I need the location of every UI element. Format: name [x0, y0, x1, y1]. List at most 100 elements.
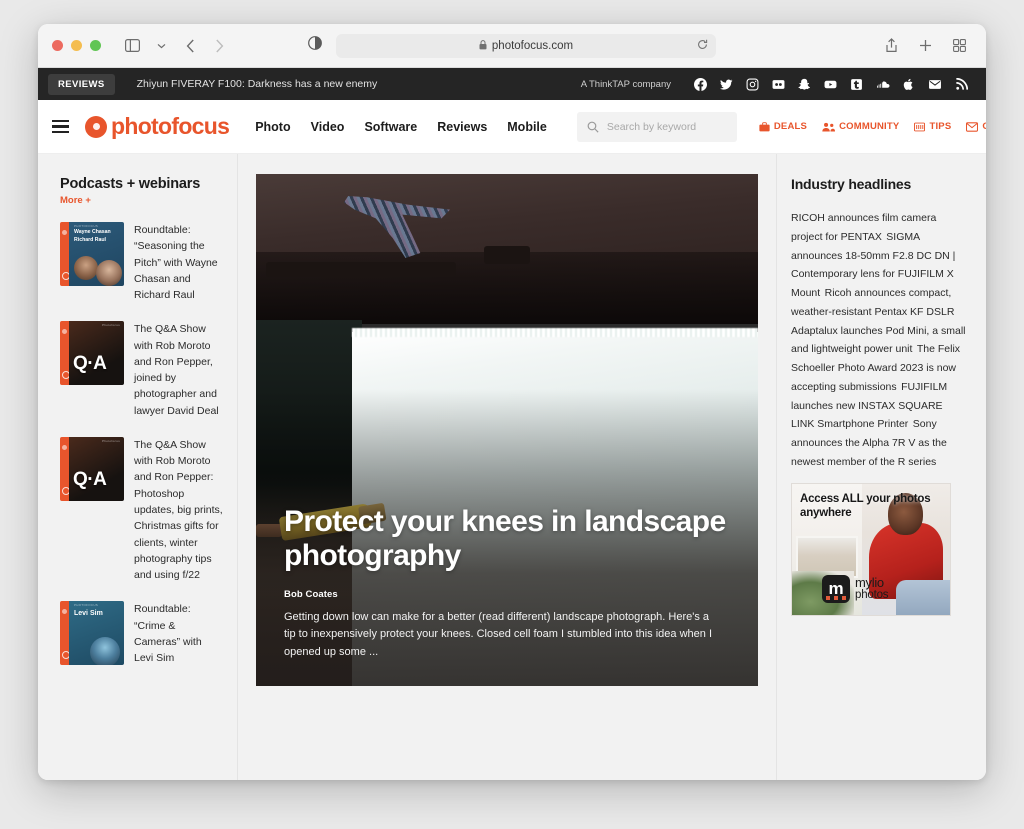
mylio-logo-text: mylio photos [855, 574, 889, 602]
podcast-art-title: Q·A [73, 468, 107, 490]
utility-tips-label: TIPS [929, 121, 952, 132]
utility-get-news-label: GET NEWS [982, 121, 986, 132]
podcast-artwork: Photofocus Q·A [69, 436, 124, 501]
nav-item-software[interactable]: Software [364, 120, 417, 134]
sidebar-toggle-icon[interactable] [119, 34, 145, 58]
podcast-art-kicker: PHOTOFOCUS [74, 603, 99, 608]
address-bar[interactable]: photofocus.com [336, 33, 716, 58]
featured-article-title[interactable]: Protect your knees in landscape photogra… [284, 505, 732, 573]
podcast-item[interactable]: PHOTOFOCUS Levi Sim Roundtable: “Crime &… [60, 601, 223, 666]
search-input[interactable] [606, 120, 727, 133]
podcast-art-title: Q·A [73, 353, 107, 375]
utility-links: DEALS COMMUNITY TIPS GET NEWS [759, 121, 986, 132]
nav-item-photo[interactable]: Photo [255, 120, 290, 134]
announcement-headline[interactable]: Zhiyun FIVERAY F100: Darkness has a new … [137, 78, 378, 90]
podcast-art-title: Levi Sim [74, 610, 103, 618]
thinktap-company-label: A ThinkTAP company [580, 78, 671, 90]
podcast-item[interactable]: PHOTOFOCUS Wayne Chasan Richard Raul Rou… [60, 222, 223, 303]
podcast-thumbnail: PHOTOFOCUS Levi Sim [60, 601, 124, 666]
podcast-thumbnail: PHOTOFOCUS Wayne Chasan Richard Raul [60, 222, 124, 286]
search-icon [587, 121, 599, 133]
industry-headlines-sidebar: Industry headlines RICOH announces film … [776, 154, 986, 780]
podcast-item[interactable]: Photofocus Q·A The Q&A Show with Rob Mor… [60, 436, 223, 583]
podcast-brand-strip [60, 436, 70, 501]
podcast-title[interactable]: Roundtable: “Crime & Cameras” with Levi … [134, 601, 223, 666]
maximize-window-button[interactable] [90, 40, 101, 51]
podcast-thumbnail: Photofocus Q·A [60, 321, 124, 386]
featured-article-author[interactable]: Bob Coates [284, 589, 732, 600]
apple-icon[interactable] [903, 78, 915, 91]
mylio-ad-banner[interactable]: Access ALL your photos anywhere m mylio … [791, 482, 951, 616]
page-content: Podcasts + webinars More + PHOTOFOCUS Wa… [38, 154, 986, 780]
twitter-icon[interactable] [720, 78, 733, 91]
rss-icon[interactable] [955, 77, 968, 91]
featured-article-text: Protect your knees in landscape photogra… [284, 505, 732, 662]
close-window-button[interactable] [52, 40, 63, 51]
nav-item-reviews[interactable]: Reviews [437, 120, 487, 134]
podcast-art-kicker: Photofocus [101, 438, 120, 443]
sidebar-dropdown-icon[interactable] [148, 34, 174, 58]
url-text: photofocus.com [491, 39, 574, 52]
browser-toolbar: photofocus.com [38, 24, 986, 68]
facebook-icon[interactable] [694, 77, 707, 91]
podcast-artwork: PHOTOFOCUS Levi Sim [69, 601, 124, 666]
site-logo[interactable]: photofocus [85, 113, 230, 140]
briefcase-icon [759, 121, 770, 132]
main-content: Protect your knees in landscape photogra… [238, 154, 776, 780]
lock-icon [479, 37, 487, 55]
forward-arrow-icon[interactable] [206, 34, 232, 58]
utility-get-news[interactable]: GET NEWS [966, 121, 986, 132]
featured-article-card[interactable]: Protect your knees in landscape photogra… [256, 174, 758, 686]
tab-overview-icon[interactable] [946, 34, 972, 58]
soundcloud-icon[interactable] [876, 78, 890, 91]
podcasts-heading: Podcasts + webinars [60, 176, 201, 192]
nav-item-video[interactable]: Video [311, 120, 345, 134]
podcast-art-title: Wayne Chasan Richard Raul [74, 229, 111, 243]
book-icon [914, 122, 926, 132]
reader-contrast-icon[interactable] [308, 36, 322, 55]
snapchat-icon[interactable] [798, 78, 811, 91]
hamburger-menu-icon[interactable] [52, 119, 69, 134]
window-controls[interactable] [52, 40, 101, 51]
site-announcement-bar: REVIEWS Zhiyun FIVERAY F100: Darkness ha… [38, 68, 986, 100]
ad-person-legs [896, 580, 950, 615]
plus-icon[interactable] [912, 34, 938, 58]
envelope-icon [966, 121, 979, 132]
podcast-title[interactable]: The Q&A Show with Rob Moroto and Ron Pep… [134, 321, 223, 419]
podcast-title[interactable]: The Q&A Show with Rob Moroto and Ron Pep… [134, 437, 223, 583]
nav-item-mobile[interactable]: Mobile [507, 120, 547, 134]
mylio-logo: m mylio photos [822, 574, 889, 603]
mylio-brand: mylio [855, 574, 884, 590]
reviews-badge[interactable]: REVIEWS [48, 73, 115, 95]
photofocus-aperture-icon [85, 115, 107, 138]
share-icon[interactable] [878, 34, 904, 58]
podcast-brand-strip [60, 222, 70, 286]
podcasts-more-link[interactable]: More + [60, 195, 223, 206]
podcast-brand-strip [60, 601, 70, 666]
youtube-icon[interactable] [824, 78, 837, 91]
podcasts-sidebar: Podcasts + webinars More + PHOTOFOCUS Wa… [38, 154, 238, 780]
logo-text: photofocus [111, 113, 230, 139]
tumblr-icon[interactable] [850, 78, 863, 91]
podcast-title[interactable]: Roundtable: “Seasoning the Pitch” with W… [134, 222, 223, 303]
email-icon[interactable] [928, 78, 942, 91]
instagram-icon[interactable] [746, 78, 759, 91]
utility-tips[interactable]: TIPS [914, 121, 951, 132]
ad-headline: Access ALL your photos anywhere [800, 492, 931, 520]
podcast-art-kicker: Photofocus [101, 323, 120, 328]
browser-window: photofocus.com REVIEWS Zhiyun FIVERAY F1… [38, 24, 986, 780]
flickr-icon[interactable] [772, 78, 785, 91]
podcast-guest-photo [90, 637, 120, 666]
podcast-art-kicker: PHOTOFOCUS [74, 224, 99, 228]
utility-community[interactable]: COMMUNITY [822, 121, 899, 132]
utility-community-label: COMMUNITY [839, 121, 900, 132]
minimize-window-button[interactable] [71, 40, 82, 51]
featured-article-excerpt: Getting down low can make for a better (… [284, 610, 713, 659]
podcast-item[interactable]: Photofocus Q·A The Q&A Show with Rob Mor… [60, 321, 223, 419]
reload-icon[interactable] [697, 37, 708, 55]
people-icon [822, 122, 836, 132]
industry-headlines-heading: Industry headlines [791, 176, 912, 192]
search-box[interactable] [576, 111, 737, 142]
utility-deals[interactable]: DEALS [759, 121, 807, 132]
back-arrow-icon[interactable] [177, 34, 203, 58]
